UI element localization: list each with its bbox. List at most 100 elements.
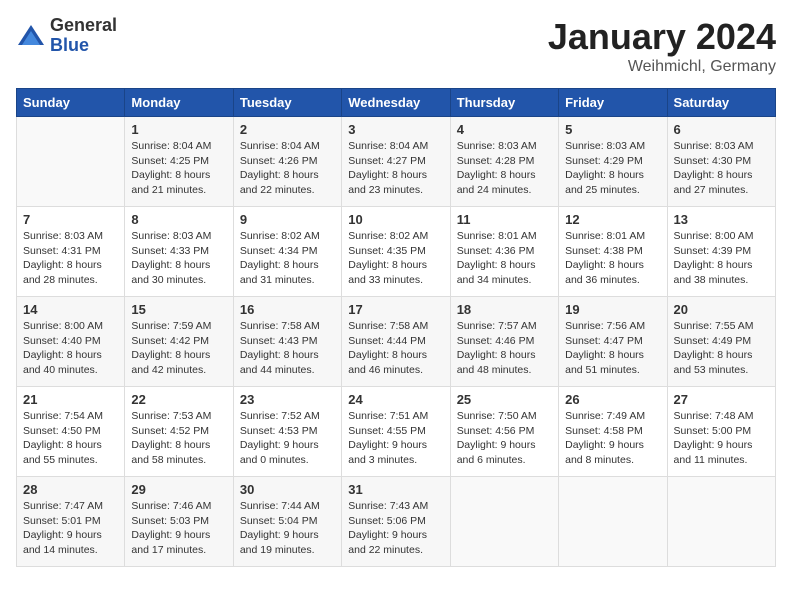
day-number: 29 <box>131 482 226 497</box>
calendar-cell: 7 Sunrise: 8:03 AMSunset: 4:31 PMDaylight… <box>17 207 125 297</box>
day-number: 20 <box>674 302 769 317</box>
calendar-cell: 19Sunrise: 7:56 AMSunset: 4:47 PMDayligh… <box>559 297 667 387</box>
calendar-week-row: 14Sunrise: 8:00 AMSunset: 4:40 PMDayligh… <box>17 297 776 387</box>
day-number: 25 <box>457 392 552 407</box>
day-number: 10 <box>348 212 443 227</box>
day-number: 7 <box>23 212 118 227</box>
day-info: Sunrise: 8:02 AMSunset: 4:34 PMDaylight:… <box>240 229 335 288</box>
day-info: Sunrise: 7:59 AMSunset: 4:42 PMDaylight:… <box>131 319 226 378</box>
calendar-cell: 17 Sunrise: 7:58 AMSunset: 4:44 PMDayligh… <box>342 297 450 387</box>
weekday-header: Saturday <box>667 89 775 117</box>
day-info: Sunrise: 8:01 AMSunset: 4:38 PMDaylight:… <box>565 229 660 288</box>
day-number: 28 <box>23 482 118 497</box>
logo-icon <box>16 21 46 51</box>
day-number: 5 <box>565 122 660 137</box>
calendar-cell: 12 Sunrise: 8:01 AMSunset: 4:38 PMDayligh… <box>559 207 667 297</box>
day-info: Sunrise: 7:51 AMSunset: 4:55 PMDaylight:… <box>348 409 443 468</box>
calendar-cell: 22 Sunrise: 7:53 AMSunset: 4:52 PMDayligh… <box>125 387 233 477</box>
logo: General Blue <box>16 16 117 56</box>
calendar-cell <box>559 477 667 567</box>
day-number: 22 <box>131 392 226 407</box>
day-info: Sunrise: 7:50 AMSunset: 4:56 PMDaylight:… <box>457 409 552 468</box>
weekday-header: Friday <box>559 89 667 117</box>
logo-text: General Blue <box>50 16 117 56</box>
day-number: 24 <box>348 392 443 407</box>
day-info: Sunrise: 7:46 AMSunset: 5:03 PMDaylight:… <box>131 499 226 558</box>
calendar-cell: 23 Sunrise: 7:52 AMSunset: 4:53 PMDayligh… <box>233 387 341 477</box>
day-info: Sunrise: 8:01 AMSunset: 4:36 PMDaylight:… <box>457 229 552 288</box>
logo-general: General <box>50 16 117 36</box>
calendar-cell: 24 Sunrise: 7:51 AMSunset: 4:55 PMDayligh… <box>342 387 450 477</box>
calendar-cell: 14Sunrise: 8:00 AMSunset: 4:40 PMDayligh… <box>17 297 125 387</box>
page-header: General Blue January 2024 Weihmichl, Ger… <box>16 16 776 76</box>
weekday-header: Thursday <box>450 89 558 117</box>
day-info: Sunrise: 8:00 AMSunset: 4:39 PMDaylight:… <box>674 229 769 288</box>
day-number: 2 <box>240 122 335 137</box>
calendar-week-row: 1 Sunrise: 8:04 AMSunset: 4:25 PMDaylight… <box>17 117 776 207</box>
day-number: 31 <box>348 482 443 497</box>
day-info: Sunrise: 7:55 AMSunset: 4:49 PMDaylight:… <box>674 319 769 378</box>
calendar-cell <box>450 477 558 567</box>
calendar-week-row: 21 Sunrise: 7:54 AMSunset: 4:50 PMDayligh… <box>17 387 776 477</box>
day-number: 23 <box>240 392 335 407</box>
day-number: 27 <box>674 392 769 407</box>
day-number: 17 <box>348 302 443 317</box>
calendar-cell: 3 Sunrise: 8:04 AMSunset: 4:27 PMDaylight… <box>342 117 450 207</box>
day-info: Sunrise: 8:04 AMSunset: 4:26 PMDaylight:… <box>240 139 335 198</box>
calendar-cell: 16 Sunrise: 7:58 AMSunset: 4:43 PMDayligh… <box>233 297 341 387</box>
calendar-cell: 9Sunrise: 8:02 AMSunset: 4:34 PMDaylight… <box>233 207 341 297</box>
calendar-header: SundayMondayTuesdayWednesdayThursdayFrid… <box>17 89 776 117</box>
day-info: Sunrise: 7:49 AMSunset: 4:58 PMDaylight:… <box>565 409 660 468</box>
day-info: Sunrise: 8:03 AMSunset: 4:31 PMDaylight:… <box>23 229 118 288</box>
day-number: 1 <box>131 122 226 137</box>
day-info: Sunrise: 7:44 AMSunset: 5:04 PMDaylight:… <box>240 499 335 558</box>
calendar-cell: 29 Sunrise: 7:46 AMSunset: 5:03 PMDayligh… <box>125 477 233 567</box>
weekday-header: Monday <box>125 89 233 117</box>
calendar-cell: 8 Sunrise: 8:03 AMSunset: 4:33 PMDaylight… <box>125 207 233 297</box>
calendar-cell: 21 Sunrise: 7:54 AMSunset: 4:50 PMDayligh… <box>17 387 125 477</box>
day-number: 15 <box>131 302 226 317</box>
calendar-cell: 5 Sunrise: 8:03 AMSunset: 4:29 PMDaylight… <box>559 117 667 207</box>
day-info: Sunrise: 7:58 AMSunset: 4:43 PMDaylight:… <box>240 319 335 378</box>
weekday-header: Sunday <box>17 89 125 117</box>
calendar-cell <box>17 117 125 207</box>
day-number: 8 <box>131 212 226 227</box>
calendar-table: SundayMondayTuesdayWednesdayThursdayFrid… <box>16 88 776 567</box>
day-number: 16 <box>240 302 335 317</box>
day-number: 14 <box>23 302 118 317</box>
day-info: Sunrise: 8:02 AMSunset: 4:35 PMDaylight:… <box>348 229 443 288</box>
calendar-cell: 2 Sunrise: 8:04 AMSunset: 4:26 PMDaylight… <box>233 117 341 207</box>
calendar-cell: 1 Sunrise: 8:04 AMSunset: 4:25 PMDaylight… <box>125 117 233 207</box>
calendar-cell: 18Sunrise: 7:57 AMSunset: 4:46 PMDayligh… <box>450 297 558 387</box>
day-number: 11 <box>457 212 552 227</box>
day-info: Sunrise: 8:03 AMSunset: 4:33 PMDaylight:… <box>131 229 226 288</box>
day-info: Sunrise: 7:56 AMSunset: 4:47 PMDaylight:… <box>565 319 660 378</box>
day-info: Sunrise: 7:52 AMSunset: 4:53 PMDaylight:… <box>240 409 335 468</box>
day-info: Sunrise: 8:04 AMSunset: 4:25 PMDaylight:… <box>131 139 226 198</box>
day-number: 21 <box>23 392 118 407</box>
day-info: Sunrise: 8:03 AMSunset: 4:29 PMDaylight:… <box>565 139 660 198</box>
weekday-header: Wednesday <box>342 89 450 117</box>
calendar-cell: 25 Sunrise: 7:50 AMSunset: 4:56 PMDayligh… <box>450 387 558 477</box>
day-number: 30 <box>240 482 335 497</box>
title-block: January 2024 Weihmichl, Germany <box>548 16 776 76</box>
day-info: Sunrise: 7:53 AMSunset: 4:52 PMDaylight:… <box>131 409 226 468</box>
day-info: Sunrise: 8:04 AMSunset: 4:27 PMDaylight:… <box>348 139 443 198</box>
day-info: Sunrise: 7:43 AMSunset: 5:06 PMDaylight:… <box>348 499 443 558</box>
logo-blue: Blue <box>50 36 117 56</box>
day-info: Sunrise: 7:54 AMSunset: 4:50 PMDaylight:… <box>23 409 118 468</box>
location-title: Weihmichl, Germany <box>548 58 776 76</box>
day-info: Sunrise: 8:03 AMSunset: 4:30 PMDaylight:… <box>674 139 769 198</box>
calendar-cell <box>667 477 775 567</box>
calendar-cell: 4Sunrise: 8:03 AMSunset: 4:28 PMDaylight… <box>450 117 558 207</box>
day-number: 12 <box>565 212 660 227</box>
calendar-cell: 26Sunrise: 7:49 AMSunset: 4:58 PMDayligh… <box>559 387 667 477</box>
day-info: Sunrise: 7:58 AMSunset: 4:44 PMDaylight:… <box>348 319 443 378</box>
day-info: Sunrise: 7:48 AMSunset: 5:00 PMDaylight:… <box>674 409 769 468</box>
calendar-cell: 10 Sunrise: 8:02 AMSunset: 4:35 PMDayligh… <box>342 207 450 297</box>
day-info: Sunrise: 7:57 AMSunset: 4:46 PMDaylight:… <box>457 319 552 378</box>
day-number: 3 <box>348 122 443 137</box>
day-number: 6 <box>674 122 769 137</box>
calendar-cell: 28Sunrise: 7:47 AMSunset: 5:01 PMDayligh… <box>17 477 125 567</box>
calendar-body: 1 Sunrise: 8:04 AMSunset: 4:25 PMDaylight… <box>17 117 776 567</box>
